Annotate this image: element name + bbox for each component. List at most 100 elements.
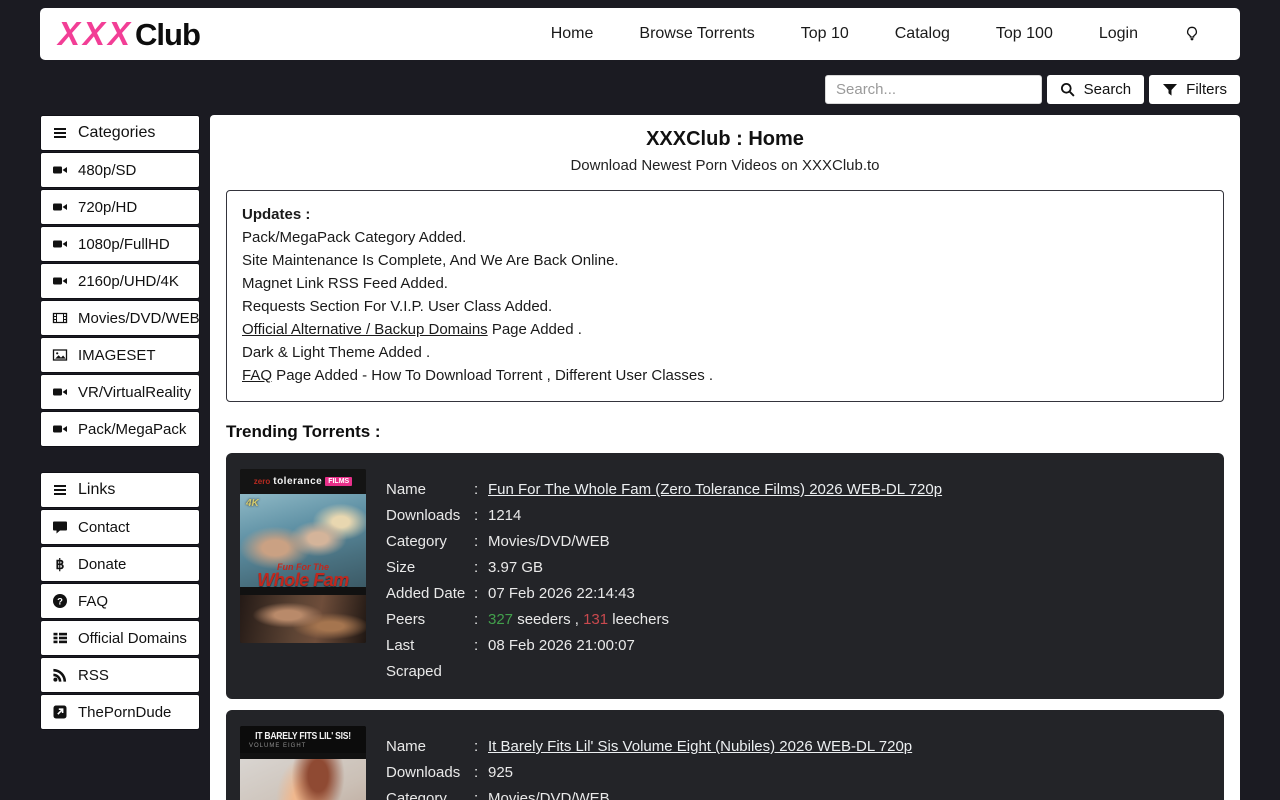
updates-line: FAQ Page Added - How To Download Torrent… bbox=[242, 364, 1208, 387]
field-value: Fun For The Whole Fam (Zero Tolerance Fi… bbox=[488, 477, 942, 503]
search-input[interactable] bbox=[825, 75, 1042, 104]
updates-text: Site Maintenance Is Complete, And We Are… bbox=[242, 252, 619, 269]
torrent-field-row: Category:Movies/DVD/WEB bbox=[386, 529, 942, 555]
sidebar-category-1080p-fullhd[interactable]: 1080p/FullHD bbox=[40, 226, 200, 262]
torrent-card: zerotoleranceFILMS4KFun For TheWhole Fam… bbox=[226, 453, 1224, 699]
field-label: Size bbox=[386, 555, 474, 581]
site-logo[interactable]: XXX Club bbox=[58, 15, 200, 53]
updates-text: Page Added - How To Download Torrent , D… bbox=[272, 367, 713, 384]
torrent-field-row: Name:It Barely Fits Lil' Sis Volume Eigh… bbox=[386, 734, 912, 760]
field-separator: : bbox=[474, 786, 488, 800]
sidebar-item-label: FAQ bbox=[78, 593, 108, 610]
sidebar-category-480p-sd[interactable]: 480p/SD bbox=[40, 152, 200, 188]
updates-text: Magnet Link RSS Feed Added. bbox=[242, 275, 448, 292]
video-camera-icon bbox=[52, 236, 68, 252]
updates-line: Site Maintenance Is Complete, And We Are… bbox=[242, 249, 1208, 272]
torrent-name-link[interactable]: It Barely Fits Lil' Sis Volume Eight (Nu… bbox=[488, 738, 912, 755]
sidebar-link-official-domains[interactable]: Official Domains bbox=[40, 620, 200, 656]
field-label: Name bbox=[386, 477, 474, 503]
search-icon bbox=[1060, 82, 1076, 98]
video-camera-icon bbox=[52, 384, 68, 400]
sidebar-link-faq[interactable]: ? FAQ bbox=[40, 583, 200, 619]
field-separator: : bbox=[474, 503, 488, 529]
filters-button-label: Filters bbox=[1186, 81, 1227, 98]
updates-text: Dark & Light Theme Added . bbox=[242, 344, 430, 361]
nav-item-top-100[interactable]: Top 100 bbox=[996, 25, 1053, 43]
sidebar-item-label: 2160p/UHD/4K bbox=[78, 273, 179, 290]
main-panel: XXXClub : Home Download Newest Porn Vide… bbox=[210, 115, 1240, 800]
sidebar-category-vr-virtualreality[interactable]: VR/VirtualReality bbox=[40, 374, 200, 410]
field-value: Movies/DVD/WEB bbox=[488, 786, 610, 800]
updates-heading: Updates : bbox=[242, 203, 1208, 226]
nav-item-top-10[interactable]: Top 10 bbox=[801, 25, 849, 43]
sidebar-link-donate[interactable]: ฿Donate bbox=[40, 546, 200, 582]
nav-item-catalog[interactable]: Catalog bbox=[895, 25, 950, 43]
film-icon bbox=[52, 310, 68, 326]
rss-icon bbox=[52, 667, 68, 683]
search-bar: Search Filters bbox=[825, 75, 1240, 104]
sidebar-item-label: 480p/SD bbox=[78, 162, 136, 179]
field-text: 3.97 GB bbox=[488, 559, 543, 576]
logo-xxx-text: XXX bbox=[58, 15, 133, 53]
links-header: Links bbox=[40, 472, 200, 508]
field-value: 08 Feb 2026 21:00:07 bbox=[488, 633, 635, 685]
field-label: Name bbox=[386, 734, 474, 760]
sidebar-link-rss[interactable]: RSS bbox=[40, 657, 200, 693]
updates-line: Requests Section For V.I.P. User Class A… bbox=[242, 295, 1208, 318]
sidebar-category-pack-megapack[interactable]: Pack/MegaPack bbox=[40, 411, 200, 447]
filters-button[interactable]: Filters bbox=[1149, 75, 1240, 104]
updates-line: Magnet Link RSS Feed Added. bbox=[242, 272, 1208, 295]
torrent-name-link[interactable]: Fun For The Whole Fam (Zero Tolerance Fi… bbox=[488, 481, 942, 498]
sidebar-item-label: RSS bbox=[78, 667, 109, 684]
field-text: 1214 bbox=[488, 507, 521, 524]
sidebar-category-imageset[interactable]: IMAGESET bbox=[40, 337, 200, 373]
video-camera-icon bbox=[52, 162, 68, 178]
field-text: Movies/DVD/WEB bbox=[488, 790, 610, 800]
theme-toggle-button[interactable] bbox=[1184, 26, 1200, 42]
field-text: Movies/DVD/WEB bbox=[488, 533, 610, 550]
sidebar-item-label: Pack/MegaPack bbox=[78, 421, 186, 438]
field-value: 327 seeders , 131 leechers bbox=[488, 607, 669, 633]
updates-text: Requests Section For V.I.P. User Class A… bbox=[242, 298, 552, 315]
image-icon bbox=[52, 347, 68, 363]
categories-items: 480p/SD 720p/HD1080p/FullHD 2160p/UHD/4K Mo… bbox=[40, 152, 200, 447]
torrent-poster-image[interactable]: zerotoleranceFILMS4KFun For TheWhole Fam bbox=[240, 469, 366, 643]
updates-link[interactable]: FAQ bbox=[242, 367, 272, 384]
menu-icon bbox=[52, 125, 68, 141]
sidebar-category-2160p-uhd-4k[interactable]: 2160p/UHD/4K bbox=[40, 263, 200, 299]
categories-header: Categories bbox=[40, 115, 200, 151]
updates-link[interactable]: Official Alternative / Backup Domains bbox=[242, 321, 488, 338]
header-bar: XXX Club Home Browse Torrents Top 10 Catalo… bbox=[40, 8, 1240, 60]
sidebar-category-720p-hd[interactable]: 720p/HD bbox=[40, 189, 200, 225]
poster-title: Fun For TheWhole Fam bbox=[240, 562, 366, 591]
sidebar-category-movies-dvd-web[interactable]: Movies/DVD/WEB bbox=[40, 300, 200, 336]
nav-item-home[interactable]: Home bbox=[551, 25, 594, 43]
field-text: leechers bbox=[608, 611, 669, 628]
field-separator: : bbox=[474, 607, 488, 633]
torrent-fields: Name: It Barely Fits Lil' Sis Volume Eigh… bbox=[386, 726, 912, 800]
torrent-poster-image[interactable]: IT BARELY FITS LIL' SIS!VOLUME EIGHT bbox=[240, 726, 366, 800]
torrent-list: zerotoleranceFILMS4KFun For TheWhole Fam… bbox=[210, 453, 1240, 800]
question-icon: ? bbox=[52, 593, 68, 609]
seeders-count: 327 bbox=[488, 611, 513, 628]
links-group: Links Contact฿Donate? FAQ Official Domains… bbox=[40, 472, 200, 730]
categories-group: Categories 480p/SD 720p/HD1080p/FullHD 216… bbox=[40, 115, 200, 447]
search-button[interactable]: Search bbox=[1047, 75, 1145, 104]
nav-item-login[interactable]: Login bbox=[1099, 25, 1138, 43]
sidebar-link-theporndude[interactable]: ThePornDude bbox=[40, 694, 200, 730]
sidebar-link-contact[interactable]: Contact bbox=[40, 509, 200, 545]
field-separator: : bbox=[474, 529, 488, 555]
page-title: XXXClub : Home bbox=[210, 128, 1240, 151]
updates-text: Page Added . bbox=[488, 321, 582, 338]
field-separator: : bbox=[474, 555, 488, 581]
torrent-field-row: Size:3.97 GB bbox=[386, 555, 942, 581]
field-separator: : bbox=[474, 633, 488, 685]
chat-icon bbox=[52, 519, 68, 535]
field-label: Last Scraped bbox=[386, 633, 474, 685]
torrent-fields: Name:Fun For The Whole Fam (Zero Toleran… bbox=[386, 469, 942, 685]
sidebar-item-label: IMAGESET bbox=[78, 347, 156, 364]
nav-item-browse-torrents[interactable]: Browse Torrents bbox=[639, 25, 754, 43]
field-label: Downloads bbox=[386, 503, 474, 529]
categories-title: Categories bbox=[78, 124, 155, 142]
field-text: 07 Feb 2026 22:14:43 bbox=[488, 585, 635, 602]
